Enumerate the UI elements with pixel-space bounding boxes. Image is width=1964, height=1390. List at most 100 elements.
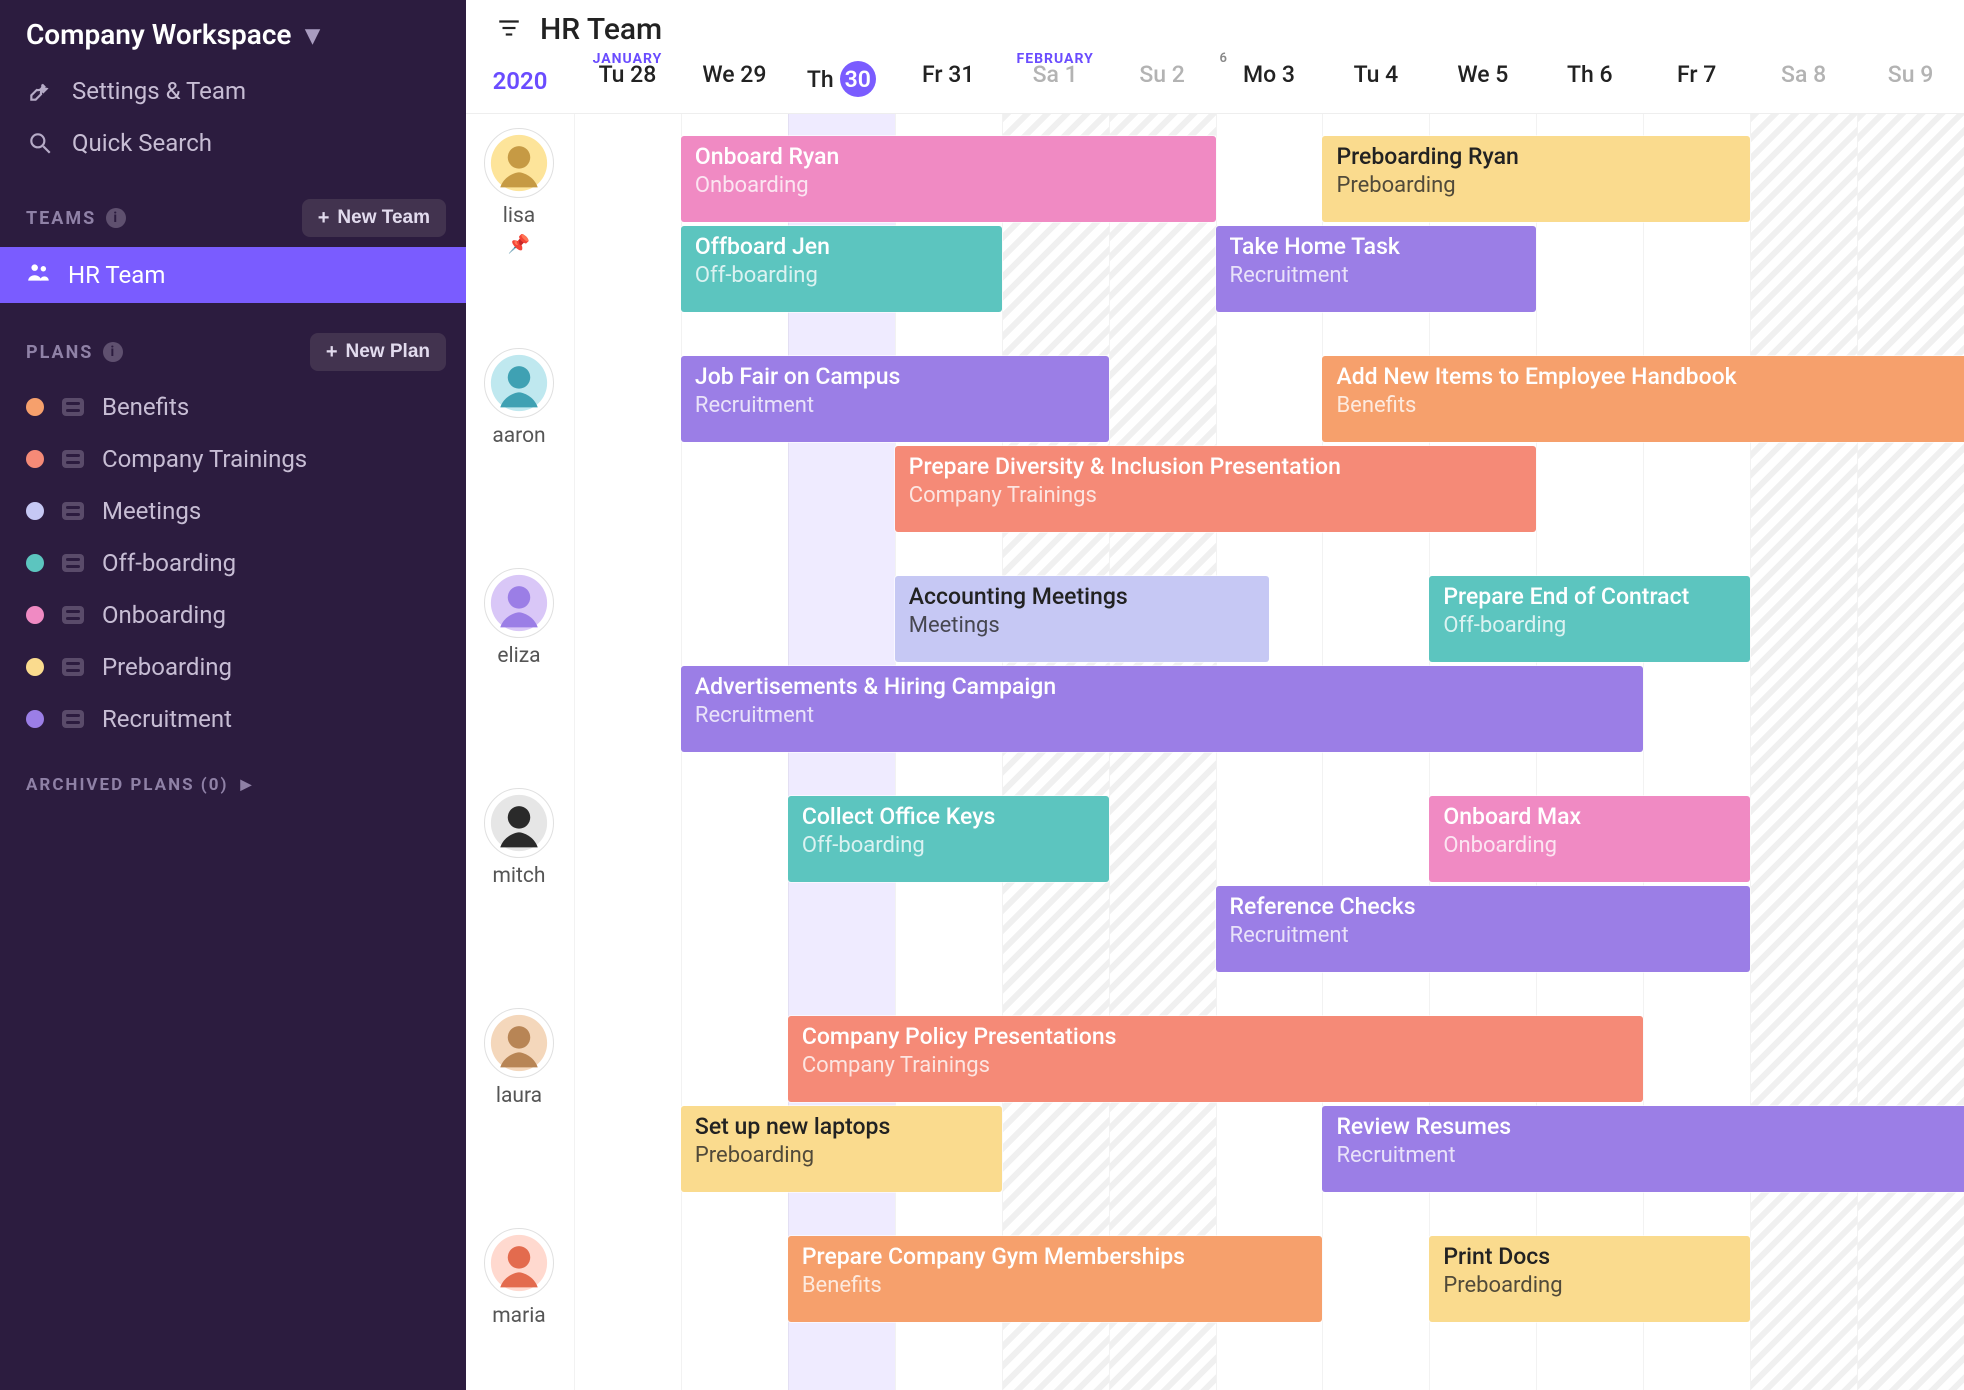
person-header[interactable]: aaron <box>484 348 554 448</box>
task-card[interactable]: Prepare Company Gym Memberships Benefits <box>788 1236 1323 1322</box>
sidebar-plan-item[interactable]: Onboarding <box>0 589 466 641</box>
task-title: Preboarding Ryan <box>1336 143 1736 172</box>
info-icon[interactable]: i <box>106 208 126 228</box>
workspace-switcher[interactable]: Company Workspace ▾ <box>0 0 466 65</box>
day-column-header[interactable]: Sa 8 <box>1750 53 1857 113</box>
day-label: Th 6 <box>1567 61 1613 88</box>
filter-icon[interactable] <box>496 15 522 45</box>
year-label[interactable]: 2020 <box>466 67 574 113</box>
board-icon <box>62 658 84 676</box>
task-card[interactable]: Onboard Ryan Onboarding <box>681 136 1216 222</box>
task-card[interactable]: Take Home Task Recruitment <box>1216 226 1537 312</box>
day-column-header[interactable]: We 29 <box>681 53 788 113</box>
archived-label: ARCHIVED PLANS (0) <box>26 775 228 795</box>
search-link[interactable]: Quick Search <box>0 117 466 169</box>
task-category: Off-boarding <box>1443 612 1736 640</box>
sidebar-plan-item[interactable]: Off-boarding <box>0 537 466 589</box>
plan-name: Benefits <box>102 393 189 421</box>
task-title: Accounting Meetings <box>909 583 1255 612</box>
person-header[interactable]: laura <box>484 1008 554 1108</box>
person-header[interactable]: mitch <box>484 788 554 888</box>
task-card[interactable]: Prepare End of Contract Off-boarding <box>1429 576 1750 662</box>
task-card[interactable]: Preboarding Ryan Preboarding <box>1322 136 1750 222</box>
task-category: Preboarding <box>1443 1272 1736 1300</box>
day-column-header[interactable]: Su 9 <box>1857 53 1964 113</box>
person-header[interactable]: lisa 📌 <box>484 128 554 255</box>
sidebar-plan-item[interactable]: Preboarding <box>0 641 466 693</box>
archived-plans-toggle[interactable]: ARCHIVED PLANS (0) ▶ <box>0 745 466 805</box>
task-card[interactable]: Collect Office Keys Off-boarding <box>788 796 1109 882</box>
month-label: JANUARY <box>574 51 681 67</box>
task-category: Recruitment <box>1230 922 1737 950</box>
person-header[interactable]: eliza <box>484 568 554 668</box>
info-icon[interactable]: i <box>103 342 123 362</box>
task-category: Recruitment <box>1336 1142 1964 1170</box>
sidebar-plan-item[interactable]: Meetings <box>0 485 466 537</box>
day-column-header[interactable]: Fr 7 <box>1643 53 1750 113</box>
task-card[interactable]: Advertisements & Hiring Campaign Recruit… <box>681 666 1643 752</box>
day-column-header[interactable]: FEBRUARYSa 1 <box>1002 53 1109 113</box>
day-label: We 29 <box>702 61 766 88</box>
plan-name: Preboarding <box>102 653 232 681</box>
wrench-icon <box>26 77 54 105</box>
day-column-header[interactable]: Th 30 <box>788 53 895 113</box>
timeline-grid[interactable]: Onboard Ryan Onboarding Preboarding Ryan… <box>574 114 1964 1390</box>
task-card[interactable]: Set up new laptops Preboarding <box>681 1106 1002 1192</box>
pin-icon[interactable]: 📌 <box>508 234 530 255</box>
search-label: Quick Search <box>72 129 212 157</box>
task-card[interactable]: Job Fair on Campus Recruitment <box>681 356 1109 442</box>
task-card[interactable]: Add New Items to Employee Handbook Benef… <box>1322 356 1964 442</box>
people-column: lisa 📌 aaron eliza m <box>466 114 574 1390</box>
main-area: HR Team 2020 JANUARYTu 28We 29Th 30Fr 31… <box>466 0 1964 1390</box>
day-column-header[interactable]: Th 6 <box>1536 53 1643 113</box>
board-icon <box>62 502 84 520</box>
task-card[interactable]: Onboard Max Onboarding <box>1429 796 1750 882</box>
sidebar-plan-item[interactable]: Benefits <box>0 381 466 433</box>
task-card[interactable]: Review Resumes Recruitment <box>1322 1106 1964 1192</box>
task-title: Reference Checks <box>1230 893 1737 922</box>
avatar <box>484 1008 554 1078</box>
sidebar-plan-item[interactable]: Company Trainings <box>0 433 466 485</box>
task-title: Onboard Ryan <box>695 143 1202 172</box>
task-category: Recruitment <box>695 702 1629 730</box>
task-category: Onboarding <box>1443 832 1736 860</box>
task-category: Meetings <box>909 612 1255 640</box>
day-column-header[interactable]: Fr 31 <box>895 53 1002 113</box>
new-team-label: New Team <box>337 207 430 229</box>
task-title: Advertisements & Hiring Campaign <box>695 673 1629 702</box>
day-label: Su 9 <box>1888 61 1934 88</box>
board-icon <box>62 450 84 468</box>
chevron-right-icon: ▶ <box>240 777 253 793</box>
new-team-button[interactable]: + New Team <box>302 199 446 237</box>
task-title: Prepare Diversity & Inclusion Presentati… <box>909 453 1523 482</box>
day-column-header[interactable]: We 5 <box>1429 53 1536 113</box>
new-plan-button[interactable]: + New Plan <box>310 333 446 371</box>
board-icon <box>62 710 84 728</box>
task-card[interactable]: Reference Checks Recruitment <box>1216 886 1751 972</box>
day-column-header[interactable]: Tu 4 <box>1322 53 1429 113</box>
task-card[interactable]: Company Policy Presentations Company Tra… <box>788 1016 1643 1102</box>
person-header[interactable]: maria <box>484 1228 554 1328</box>
plan-name: Recruitment <box>102 705 232 733</box>
row-lane-background <box>574 744 1964 834</box>
settings-link[interactable]: Settings & Team <box>0 65 466 117</box>
task-card[interactable]: Offboard Jen Off-boarding <box>681 226 1002 312</box>
plan-color-dot <box>26 450 44 468</box>
task-card[interactable]: Accounting Meetings Meetings <box>895 576 1269 662</box>
timeline-header: 2020 JANUARYTu 28 We 29 Th 30Fr 31FEBRUARY… <box>466 53 1964 114</box>
day-column-header[interactable]: Su 2 <box>1109 53 1216 113</box>
day-label: Tu 4 <box>1354 61 1399 88</box>
board-icon <box>62 606 84 624</box>
task-title: Add New Items to Employee Handbook <box>1336 363 1964 392</box>
plan-color-dot <box>26 658 44 676</box>
avatar <box>484 348 554 418</box>
team-name: HR Team <box>68 261 165 289</box>
day-column-header[interactable]: 6Mo 3 <box>1216 53 1323 113</box>
sidebar-plan-item[interactable]: Recruitment <box>0 693 466 745</box>
plan-color-dot <box>26 554 44 572</box>
task-card[interactable]: Prepare Diversity & Inclusion Presentati… <box>895 446 1537 532</box>
day-column-header[interactable]: JANUARYTu 28 <box>574 53 681 113</box>
sidebar-team-item[interactable]: HR Team <box>0 247 466 303</box>
task-card[interactable]: Print Docs Preboarding <box>1429 1236 1750 1322</box>
day-label: Su 2 <box>1139 61 1185 88</box>
